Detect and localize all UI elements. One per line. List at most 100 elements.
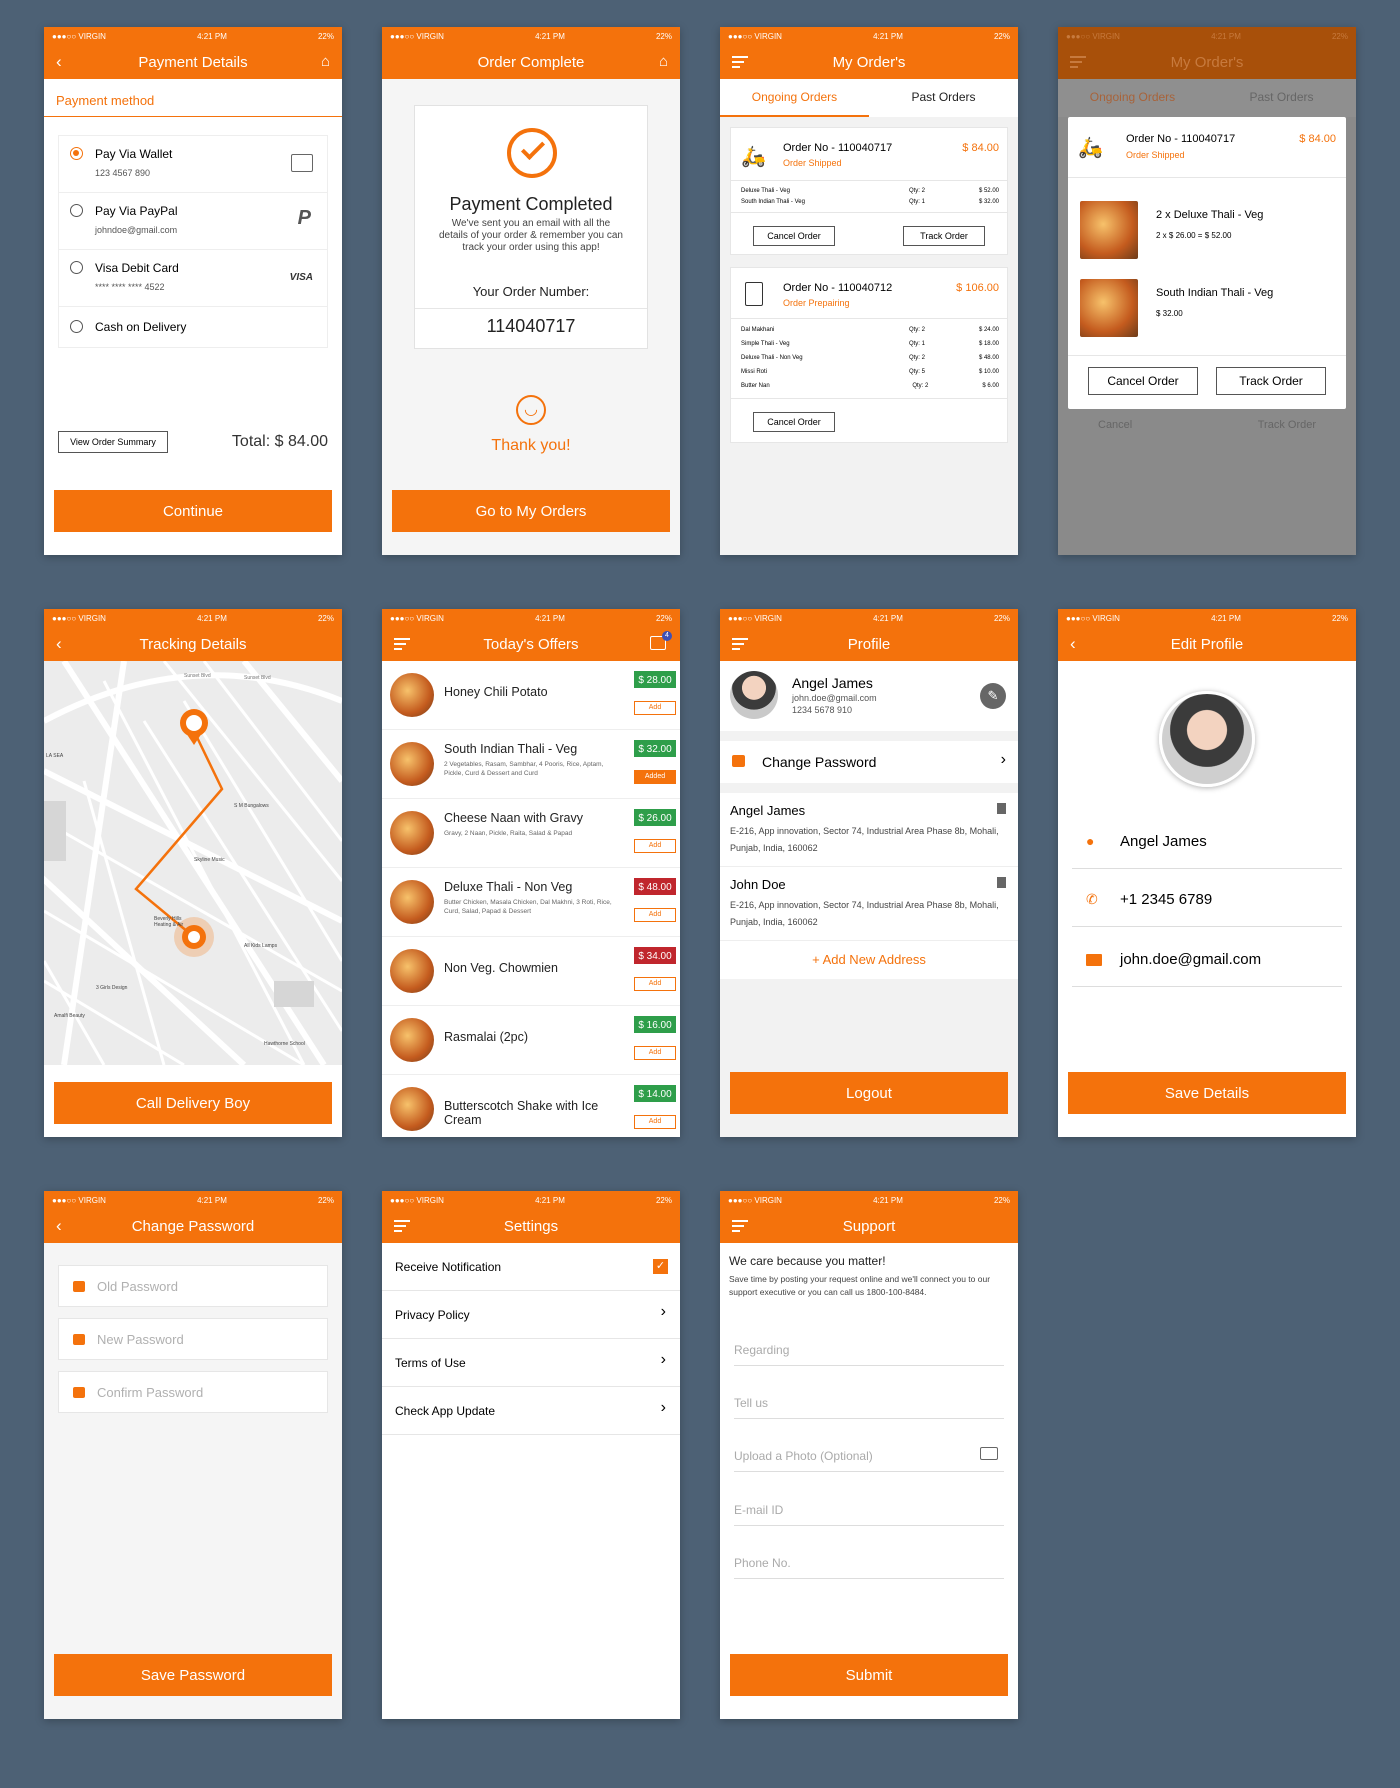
offer-item[interactable]: South Indian Thali - Veg 2 Vegetables, Ra… xyxy=(382,730,680,799)
cancel-order-button[interactable]: Cancel Order xyxy=(753,226,835,246)
tabs: Ongoing Orders Past Orders xyxy=(720,79,1018,117)
view-order-summary-button[interactable]: View Order Summary xyxy=(58,431,168,453)
phone-field[interactable]: ✆ +1 2345 6789 xyxy=(1072,885,1342,927)
offer-name: Honey Chili Potato xyxy=(444,685,548,699)
continue-button[interactable]: Continue xyxy=(54,490,332,532)
save-password-button[interactable]: Save Password xyxy=(54,1654,332,1696)
payment-option-visa[interactable]: Visa Debit Card **** **** **** 4522 VISA xyxy=(59,250,327,307)
add-button[interactable]: Add xyxy=(634,1046,676,1060)
nav-bar: My Order's xyxy=(1058,45,1356,79)
add-button[interactable]: Add xyxy=(634,977,676,991)
radio-icon[interactable] xyxy=(70,261,83,274)
tab-ongoing-orders[interactable]: Ongoing Orders xyxy=(720,79,869,117)
receipt-card: Payment Completed We've sent you an emai… xyxy=(414,105,648,349)
cancel-order-button[interactable]: Cancel Order xyxy=(1088,367,1198,395)
order-card: 🛵 Order No - 110040717 $ 84.00 Order Shi… xyxy=(730,127,1008,255)
add-button[interactable]: Add xyxy=(634,701,676,715)
add-address-button[interactable]: + Add New Address xyxy=(720,941,1018,979)
lock-icon xyxy=(732,755,745,767)
offer-item[interactable]: Honey Chili Potato $ 18.00 $ 28.00 Add xyxy=(382,661,680,730)
edit-icon[interactable]: ✎ xyxy=(980,683,1006,709)
settings-item-notification[interactable]: Receive Notification ✓ xyxy=(382,1243,680,1291)
offer-item[interactable]: Butterscotch Shake with Ice Cream $ 10.00… xyxy=(382,1075,680,1137)
back-icon[interactable]: ‹ xyxy=(1070,635,1076,652)
track-order-button[interactable]: Track Order xyxy=(1216,367,1326,395)
add-button[interactable]: Add xyxy=(634,1115,676,1129)
radio-icon[interactable] xyxy=(70,204,83,217)
back-icon[interactable]: ‹ xyxy=(56,53,62,70)
back-icon[interactable]: ‹ xyxy=(56,1217,62,1234)
tab-past-orders[interactable]: Past Orders xyxy=(869,79,1018,117)
add-button[interactable]: Add xyxy=(634,908,676,922)
food-image xyxy=(390,673,434,717)
price-tag: $ 19.00 $ 26.00 xyxy=(634,803,676,826)
go-to-my-orders-button[interactable]: Go to My Orders xyxy=(392,490,670,532)
payment-option-cod[interactable]: Cash on Delivery xyxy=(59,307,327,347)
upload-photo-input[interactable]: Upload a Photo (Optional) xyxy=(734,1447,1004,1472)
map[interactable]: S M Bungalows Skyline Music All Kids Lam… xyxy=(44,661,342,1065)
home-icon[interactable]: ⌂ xyxy=(659,53,668,70)
add-button[interactable]: Add xyxy=(634,839,676,853)
call-delivery-boy-button[interactable]: Call Delivery Boy xyxy=(54,1082,332,1124)
order-number-label: Your Order Number: xyxy=(472,284,590,299)
payment-option-wallet[interactable]: Pay Via Wallet 123 4567 890 xyxy=(59,136,327,193)
email-field[interactable]: john.doe@gmail.com xyxy=(1072,945,1342,987)
payment-option-paypal[interactable]: Pay Via PayPal johndoe@gmail.com P xyxy=(59,193,327,250)
trash-icon[interactable] xyxy=(997,803,1006,814)
screen-change-password: ●●●○○ VIRGIN 4:21 PM 22% ‹ Change Password… xyxy=(44,1191,342,1719)
phone-input[interactable]: Phone No. xyxy=(734,1556,1004,1579)
old-password-input[interactable]: Old Password xyxy=(58,1265,328,1307)
track-order-button[interactable]: Track Order xyxy=(903,226,985,246)
settings-item-privacy[interactable]: Privacy Policy › xyxy=(382,1291,680,1339)
screen-profile: ●●●○○ VIRGIN 4:21 PM 22% Profile Angel Jam… xyxy=(720,609,1018,1137)
wallet-icon xyxy=(291,154,313,172)
cart-badge: 4 xyxy=(662,631,672,641)
regarding-input[interactable]: Regarding xyxy=(734,1343,1004,1366)
confirm-password-input[interactable]: Confirm Password xyxy=(58,1371,328,1413)
status-bar: ●●●○○ VIRGIN 4:21 PM 22% xyxy=(720,1191,1018,1209)
menu-icon[interactable] xyxy=(394,1220,410,1232)
menu-icon[interactable] xyxy=(732,638,748,650)
tab-ongoing-orders[interactable]: Ongoing Orders xyxy=(1058,79,1207,117)
cancel-order-button[interactable]: Cancel Order xyxy=(753,412,835,432)
logout-button[interactable]: Logout xyxy=(730,1072,1008,1114)
change-password-row[interactable]: Change Password › xyxy=(720,741,1018,783)
camera-icon[interactable] xyxy=(980,1447,998,1460)
radio-icon[interactable] xyxy=(70,320,83,333)
settings-item-terms[interactable]: Terms of Use › xyxy=(382,1339,680,1387)
old-price: $ 10.00 xyxy=(644,1079,666,1085)
tell-us-input[interactable]: Tell us xyxy=(734,1396,1004,1419)
menu-icon[interactable] xyxy=(732,56,748,68)
new-password-input[interactable]: New Password xyxy=(58,1318,328,1360)
offer-price: $ 34.00 xyxy=(638,951,672,962)
smiley-icon: ◡ xyxy=(516,395,546,425)
nav-bar: Profile xyxy=(720,627,1018,661)
trash-icon[interactable] xyxy=(997,877,1006,888)
food-image xyxy=(390,1087,434,1131)
menu-icon[interactable] xyxy=(394,638,410,650)
address-item[interactable]: Angel James E-216, App innovation, Secto… xyxy=(720,793,1018,867)
add-button[interactable]: Added xyxy=(634,770,676,784)
email-input[interactable]: E-mail ID xyxy=(734,1503,1004,1526)
radio-icon[interactable] xyxy=(70,147,83,160)
offer-item[interactable]: Rasmalai (2pc) $ 12.00 $ 16.00 Add xyxy=(382,1006,680,1075)
order-detail-modal: 🛵 Order No - 110040717 $ 84.00 Order Shi… xyxy=(1068,117,1346,409)
offer-item[interactable]: Non Veg. Chowmien $ 29.00 $ 34.00 Add xyxy=(382,937,680,1006)
checkbox-icon[interactable]: ✓ xyxy=(653,1259,668,1274)
offer-name: Non Veg. Chowmien xyxy=(444,961,558,975)
offer-item[interactable]: Deluxe Thali - Non Veg Butter Chicken, Ma… xyxy=(382,868,680,937)
offer-name: South Indian Thali - Veg xyxy=(444,742,578,756)
offer-item[interactable]: Cheese Naan with Gravy Gravy, 2 Naan, Pic… xyxy=(382,799,680,868)
submit-button[interactable]: Submit xyxy=(730,1654,1008,1696)
tab-past-orders[interactable]: Past Orders xyxy=(1207,79,1356,117)
menu-icon[interactable] xyxy=(732,1220,748,1232)
settings-item-update[interactable]: Check App Update › xyxy=(382,1387,680,1435)
name-field[interactable]: ● Angel James xyxy=(1072,827,1342,869)
save-details-button[interactable]: Save Details xyxy=(1068,1072,1346,1114)
address-item[interactable]: John Doe E-216, App innovation, Sector 7… xyxy=(720,867,1018,941)
menu-icon[interactable] xyxy=(1070,56,1086,68)
avatar[interactable] xyxy=(1159,691,1255,787)
back-icon[interactable]: ‹ xyxy=(56,635,62,652)
total-amount: Total: $ 84.00 xyxy=(231,433,328,450)
home-icon[interactable]: ⌂ xyxy=(321,53,330,70)
